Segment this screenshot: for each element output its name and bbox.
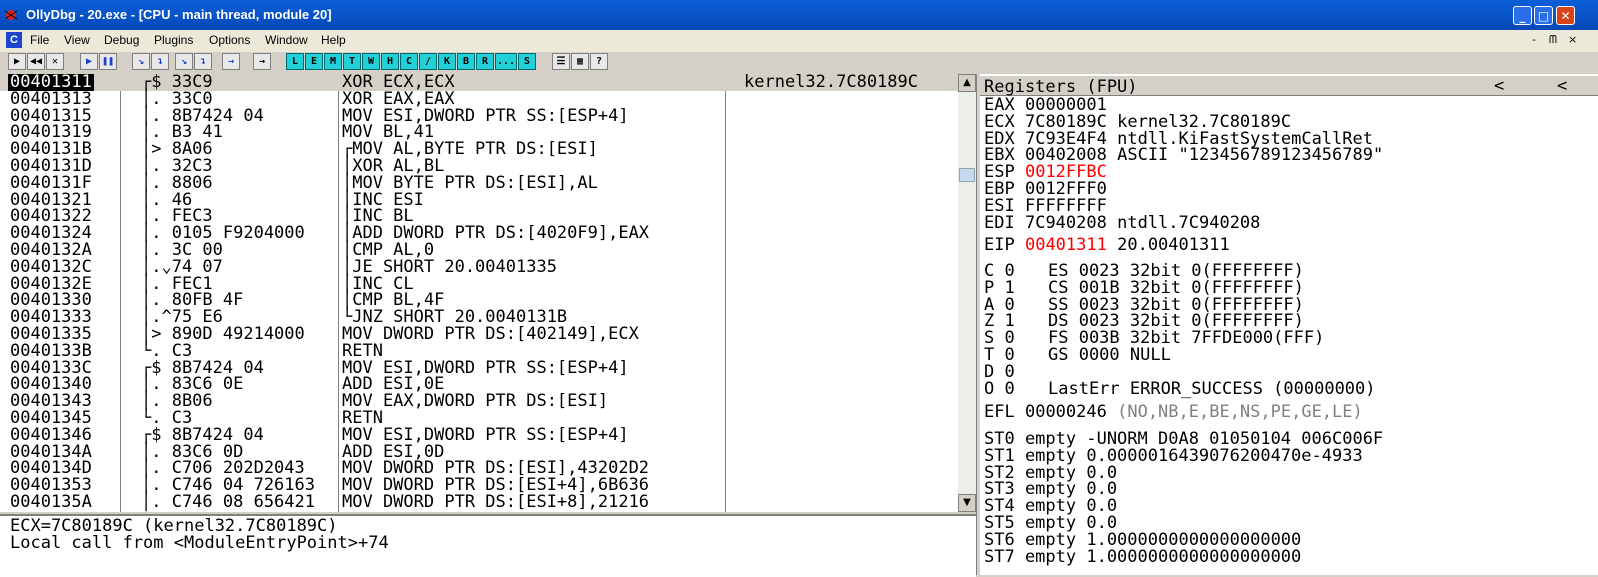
memory-map-button[interactable]: M: [324, 53, 342, 70]
window-title: OllyDbg - 20.exe - [CPU - main thread, m…: [26, 7, 332, 22]
segment-value: GS 0000 NULL: [1048, 345, 1171, 365]
restart-icon[interactable]: ◀◀: [27, 53, 45, 70]
step-over-icon[interactable]: ↴: [151, 53, 169, 70]
flag-value: O 0: [984, 378, 1015, 399]
menu-options[interactable]: Options: [209, 33, 250, 47]
registers-pane[interactable]: Registers (FPU) < < EAX 00000001 ECX 7C8…: [980, 74, 1598, 575]
cpu-window-icon[interactable]: C: [6, 32, 22, 48]
pause-icon[interactable]: ❚❚: [99, 53, 117, 70]
disasm-comment: kernel32.7C80189C: [744, 74, 918, 92]
register-value: 00401311: [1024, 235, 1107, 255]
register-row[interactable]: EDI 7C940208 ntdll.7C940208: [984, 213, 1271, 233]
execute-till-return-icon[interactable]: →: [222, 53, 240, 70]
register-name: EFL: [984, 402, 1015, 422]
windows-button[interactable]: W: [362, 53, 380, 70]
menu-bar: C File View Debug Plugins Options Window…: [0, 30, 1598, 52]
mdi-close-button[interactable]: ×: [1568, 33, 1577, 46]
register-name: EIP: [984, 235, 1015, 255]
menu-file[interactable]: File: [30, 33, 49, 47]
disasm-row[interactable]: 0040135A │. C746 08 656421 MOV DWORD PTR D…: [0, 494, 976, 511]
info-line-call: Local call from <ModuleEntryPoint>+74: [10, 533, 389, 553]
scroll-thumb[interactable]: [959, 168, 975, 182]
maximize-button[interactable]: □: [1534, 6, 1553, 25]
appearance-icon[interactable]: ▦: [571, 53, 589, 70]
run-trace-button[interactable]: ...: [495, 53, 517, 70]
efl-row[interactable]: EFL 00000246 (NO,NB,E,BE,NS,PE,GE,LE): [984, 402, 1373, 422]
patches-button[interactable]: /: [419, 53, 437, 70]
run-icon[interactable]: ▶: [80, 53, 98, 70]
title-bar: OllyDbg - 20.exe - [CPU - main thread, m…: [0, 0, 1598, 30]
threads-button[interactable]: T: [343, 53, 361, 70]
step-into-icon[interactable]: ↘: [132, 53, 150, 70]
close-button[interactable]: ✕: [1556, 6, 1575, 25]
disasm-hex: │. C746 08 656421: [141, 492, 315, 512]
handles-button[interactable]: H: [381, 53, 399, 70]
register-desc: (NO,NB,E,BE,NS,PE,GE,LE): [1117, 402, 1363, 422]
flag-row[interactable]: O 0 LastErr ERROR_SUCCESS (00000000): [984, 378, 1376, 399]
info-pane: ECX=7C80189C (kernel32.7C80189C) Local c…: [0, 514, 976, 577]
call-stack-button[interactable]: K: [438, 53, 456, 70]
disasm-instruction: MOV DWORD PTR DS:[402149],ECX: [342, 324, 639, 344]
open-icon[interactable]: ▶: [8, 53, 26, 70]
help-icon[interactable]: ?: [590, 53, 608, 70]
references-button[interactable]: R: [476, 53, 494, 70]
chevron-left-icon[interactable]: <: [1557, 76, 1567, 96]
debugging-options-icon[interactable]: ☰: [552, 53, 570, 70]
disassembly-pane[interactable]: 00401311 ┌$ 33C9 XOR ECX,ECX kernel32.7C801…: [0, 74, 976, 512]
go-to-icon[interactable]: →: [253, 53, 271, 70]
source-button[interactable]: S: [518, 53, 536, 70]
disasm-instruction: MOV DWORD PTR DS:[ESI+8],21216: [342, 492, 650, 512]
register-name: EDI: [984, 212, 1015, 233]
segment-value: LastErr ERROR_SUCCESS (00000000): [1048, 378, 1376, 399]
register-value: 00000246: [1024, 402, 1107, 422]
register-desc: ASCII "123456789123456789": [1117, 145, 1384, 166]
executable-modules-button[interactable]: E: [305, 53, 323, 70]
scroll-down-icon[interactable]: ▼: [958, 494, 976, 512]
close-debuggee-icon[interactable]: ✕: [46, 53, 64, 70]
breakpoints-button[interactable]: B: [457, 53, 475, 70]
registers-header[interactable]: Registers (FPU) < <: [980, 76, 1598, 97]
fpu-register-row[interactable]: ST7 empty 1.0000000000000000000: [984, 547, 1301, 567]
menu-help[interactable]: Help: [321, 33, 346, 47]
menu-window[interactable]: Window: [265, 33, 308, 47]
cpu-button[interactable]: C: [400, 53, 418, 70]
chevron-left-icon[interactable]: <: [1494, 76, 1504, 96]
mdi-restore-button[interactable]: ᗰ: [1549, 33, 1557, 47]
trace-into-icon[interactable]: ↘: [175, 53, 193, 70]
scroll-up-icon[interactable]: ▲: [958, 74, 976, 92]
menu-plugins[interactable]: Plugins: [154, 33, 193, 47]
menu-debug[interactable]: Debug: [104, 33, 139, 47]
register-desc: ntdll.7C940208: [1117, 212, 1261, 233]
disasm-address: 0040135A: [10, 492, 92, 512]
disassembly-scrollbar[interactable]: ▲ ▼: [958, 74, 976, 512]
log-window-button[interactable]: L: [286, 53, 304, 70]
menu-view[interactable]: View: [64, 33, 90, 47]
toolbar: ▶ ◀◀ ✕ ▶ ❚❚ ↘ ↴ ↘ ↴ → → L E M T W H C / …: [0, 52, 1598, 73]
trace-over-icon[interactable]: ↴: [194, 53, 212, 70]
registers-title: Registers (FPU): [984, 77, 1138, 97]
minimize-button[interactable]: _: [1513, 6, 1532, 25]
register-desc: 20.00401311: [1117, 235, 1230, 255]
eip-row[interactable]: EIP 00401311 20.00401311: [984, 235, 1240, 255]
mdi-minimize-button[interactable]: -: [1532, 33, 1536, 46]
register-value: 7C940208: [1024, 212, 1107, 233]
bug-icon: [4, 10, 18, 20]
